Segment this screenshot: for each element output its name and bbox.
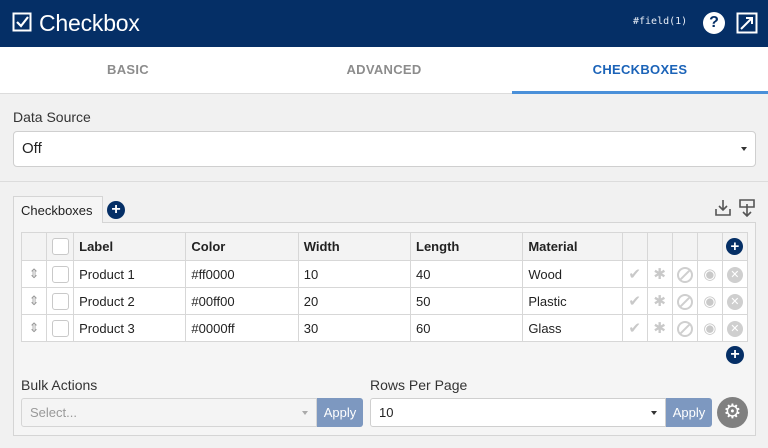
cell-width[interactable]: 10 — [297, 260, 412, 288]
check-icon[interactable]: ✔ — [621, 260, 648, 288]
field-tag: #field(1) — [633, 16, 688, 27]
gear-icon[interactable]: ⚙ — [717, 397, 748, 428]
cell-length[interactable]: 40 — [410, 260, 524, 288]
expand-icon[interactable] — [736, 12, 758, 34]
checkbox-options-table: Label Color Width Length Material + ⇕ Pr… — [20, 232, 749, 342]
bulk-actions-select[interactable]: Select... — [21, 398, 317, 427]
check-icon[interactable]: ✔ — [621, 314, 648, 342]
table-row: ⇕ Product 1 #ff0000 10 40 Wood ✔ ✱ ◉ ✕ — [20, 260, 749, 288]
row-checkbox-cell[interactable] — [46, 314, 75, 342]
check-icon[interactable]: ✔ — [621, 287, 648, 315]
cell-label[interactable]: Product 3 — [73, 314, 187, 342]
disable-cell[interactable] — [671, 314, 698, 342]
data-source-label: Data Source — [13, 109, 91, 125]
delete-icon[interactable]: ✕ — [726, 267, 743, 283]
data-source-value: Off — [22, 140, 42, 157]
eye-icon[interactable]: ◉ — [696, 314, 723, 342]
help-icon[interactable]: ? — [703, 12, 725, 34]
delete-cell[interactable]: ✕ — [721, 314, 749, 342]
delete-icon[interactable]: ✕ — [726, 294, 743, 310]
cell-label[interactable]: Product 1 — [73, 260, 187, 288]
cell-label[interactable]: Product 2 — [73, 287, 187, 315]
drag-handle-icon[interactable]: ⇕ — [20, 314, 48, 342]
data-source-select[interactable]: Off — [13, 131, 756, 167]
add-tab-plus-icon[interactable]: + — [107, 201, 125, 219]
add-row-plus-icon[interactable]: + — [726, 346, 744, 364]
action-header — [646, 232, 673, 261]
select-all-checkbox[interactable] — [51, 238, 69, 256]
cell-color[interactable]: #00ff00 — [185, 287, 299, 315]
cell-width[interactable]: 20 — [297, 287, 412, 315]
cell-material[interactable]: Plastic — [522, 287, 623, 315]
add-column-cell[interactable]: + — [721, 232, 749, 261]
cell-width[interactable]: 30 — [297, 314, 412, 342]
tab-checkboxes[interactable]: CHECKBOXES — [512, 47, 768, 94]
tab-bar: BASIC ADVANCED CHECKBOXES — [0, 47, 768, 94]
cell-material[interactable]: Glass — [522, 314, 623, 342]
cell-color[interactable]: #0000ff — [185, 314, 299, 342]
cell-material[interactable]: Wood — [522, 260, 623, 288]
upload-icon[interactable] — [738, 199, 756, 217]
row-checkbox[interactable] — [51, 319, 69, 337]
rows-per-page-label: Rows Per Page — [370, 377, 468, 393]
cell-length[interactable]: 60 — [410, 314, 524, 342]
asterisk-icon[interactable]: ✱ — [646, 260, 673, 288]
row-checkbox-cell[interactable] — [46, 260, 75, 288]
bulk-apply-button[interactable]: Apply — [317, 398, 363, 427]
tab-advanced[interactable]: ADVANCED — [256, 47, 512, 94]
select-all-cell[interactable] — [46, 232, 75, 261]
action-header — [696, 232, 723, 261]
column-header-length: Length — [410, 232, 524, 261]
column-header-color: Color — [185, 232, 299, 261]
chevron-down-icon — [302, 410, 308, 415]
chevron-down-icon — [651, 410, 657, 415]
app-header: Checkbox #field(1) ? — [0, 0, 768, 47]
bulk-actions-placeholder: Select... — [30, 405, 77, 420]
delete-icon[interactable]: ✕ — [726, 321, 743, 337]
delete-cell[interactable]: ✕ — [721, 260, 749, 288]
table-row: ⇕ Product 2 #00ff00 20 50 Plastic ✔ ✱ ◉ … — [20, 287, 749, 315]
action-header — [671, 232, 698, 261]
column-header-width: Width — [297, 232, 412, 261]
cell-color[interactable]: #ff0000 — [185, 260, 299, 288]
page-title: Checkbox — [39, 10, 140, 36]
disable-icon[interactable] — [676, 266, 693, 283]
drag-handle-icon[interactable]: ⇕ — [20, 260, 48, 288]
column-header-material: Material — [522, 232, 623, 261]
row-checkbox[interactable] — [51, 265, 69, 283]
disable-cell[interactable] — [671, 260, 698, 288]
action-header — [621, 232, 648, 261]
asterisk-icon[interactable]: ✱ — [646, 314, 673, 342]
checkbox-icon — [12, 12, 32, 32]
row-checkbox[interactable] — [51, 292, 69, 310]
disable-icon[interactable] — [676, 320, 693, 337]
asterisk-icon[interactable]: ✱ — [646, 287, 673, 315]
row-checkbox-cell[interactable] — [46, 287, 75, 315]
checkboxes-panel-tab[interactable]: Checkboxes — [13, 196, 103, 223]
section-divider — [0, 181, 768, 182]
add-column-plus-icon[interactable]: + — [726, 238, 744, 255]
eye-icon[interactable]: ◉ — [696, 260, 723, 288]
disable-cell[interactable] — [671, 287, 698, 315]
rows-apply-button[interactable]: Apply — [666, 398, 712, 427]
eye-icon[interactable]: ◉ — [696, 287, 723, 315]
chevron-down-icon — [741, 147, 747, 151]
delete-cell[interactable]: ✕ — [721, 287, 749, 315]
table-header-row: Label Color Width Length Material + — [20, 232, 749, 261]
cell-length[interactable]: 50 — [410, 287, 524, 315]
bulk-actions-label: Bulk Actions — [21, 377, 98, 393]
column-header-label: Label — [73, 232, 187, 261]
disable-icon[interactable] — [676, 293, 693, 310]
rows-per-page-value: 10 — [379, 405, 394, 420]
rows-per-page-select[interactable]: 10 — [370, 398, 666, 427]
drag-handle-icon[interactable]: ⇕ — [20, 287, 48, 315]
tab-basic[interactable]: BASIC — [0, 47, 256, 94]
drag-header — [20, 232, 48, 261]
table-row: ⇕ Product 3 #0000ff 30 60 Glass ✔ ✱ ◉ ✕ — [20, 314, 749, 342]
download-icon[interactable] — [714, 199, 732, 217]
